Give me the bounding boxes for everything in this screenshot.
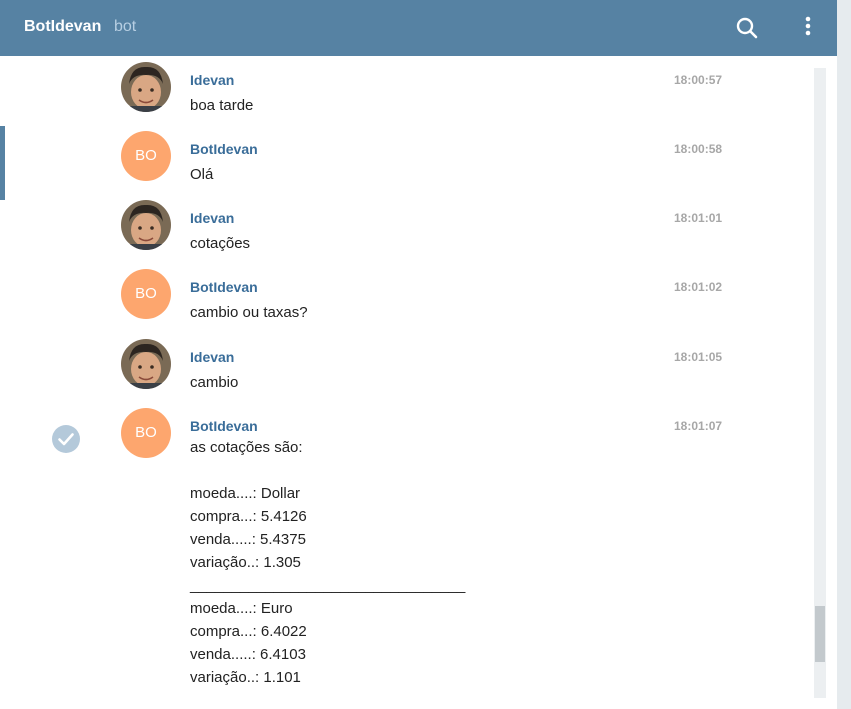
message-line: compra...: 6.4022: [190, 623, 307, 640]
user-avatar[interactable]: [121, 62, 171, 112]
chat-window: BotIdevan bot Idevan 18:00:57 boa tarde …: [0, 0, 837, 709]
search-icon: [736, 17, 758, 39]
message-time: 18:00:58: [674, 142, 723, 156]
sender-name[interactable]: BotIdevan: [190, 141, 258, 157]
message-time: 18:00:57: [674, 73, 723, 87]
message-line: _________________________________: [190, 577, 466, 594]
sender-name[interactable]: BotIdevan: [190, 279, 258, 295]
search-button[interactable]: [733, 14, 761, 42]
bot-avatar[interactable]: BO: [121, 269, 171, 319]
user-avatar[interactable]: [121, 339, 171, 389]
user-avatar[interactable]: [121, 200, 171, 250]
message-text: cotações: [190, 235, 251, 252]
chat-title[interactable]: BotIdevan: [24, 18, 101, 36]
message-time: 18:01:01: [674, 211, 723, 225]
message-line: venda.....: 5.4375: [190, 531, 306, 548]
message-text: as cotações são: moeda....: Dollar compr…: [190, 436, 465, 689]
sender-name[interactable]: BotIdevan: [190, 418, 258, 434]
message-text: cambio ou taxas?: [190, 304, 308, 321]
message-time: 18:01:05: [674, 350, 723, 364]
window-edge: [837, 0, 851, 709]
chat-header: BotIdevan bot: [0, 0, 837, 56]
message-history[interactable]: Idevan 18:00:57 boa tarde BO BotIdevan 1…: [0, 56, 837, 709]
message-time: 18:01:02: [674, 280, 723, 294]
message-text: Olá: [190, 166, 214, 183]
scrollbar-track[interactable]: [814, 68, 826, 698]
more-vertical-icon: [805, 16, 811, 36]
check-circle-icon: [52, 425, 80, 453]
bot-avatar[interactable]: BO: [121, 131, 171, 181]
sender-name[interactable]: Idevan: [190, 210, 234, 226]
scrollbar-thumb[interactable]: [815, 606, 825, 662]
message-line: [190, 459, 465, 482]
message-line: moeda....: Dollar: [190, 485, 301, 502]
more-menu-button[interactable]: [796, 14, 820, 42]
sender-name[interactable]: Idevan: [190, 349, 234, 365]
message-time: 18:01:07: [674, 419, 723, 433]
selected-message-indicator: [0, 126, 5, 200]
message-line: variação..: 1.101: [190, 669, 301, 686]
bot-avatar[interactable]: BO: [121, 408, 171, 458]
message-line: variação..: 1.305: [190, 554, 301, 571]
message-text: cambio: [190, 374, 239, 391]
message-line: moeda....: Euro: [190, 600, 293, 617]
message-line: venda.....: 6.4103: [190, 646, 306, 663]
message-line: as cotações são:: [190, 439, 303, 456]
message-item[interactable]: BO BotIdevan 18:01:07 as cotações são: m…: [0, 408, 800, 708]
message-line: compra...: 5.4126: [190, 508, 307, 525]
sender-name[interactable]: Idevan: [190, 72, 234, 88]
chat-subtitle: bot: [114, 18, 137, 35]
message-select-check[interactable]: [51, 424, 81, 454]
message-text: boa tarde: [190, 97, 254, 114]
